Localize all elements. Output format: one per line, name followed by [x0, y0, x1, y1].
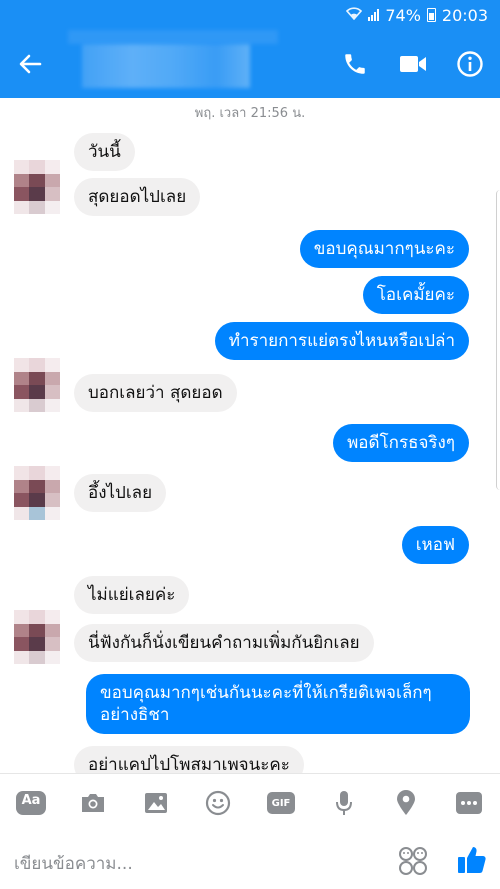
avatar[interactable]: [14, 610, 60, 664]
signal-icon: [368, 9, 380, 21]
scroll-indicator: [496, 190, 500, 490]
incoming-message[interactable]: วันนี้: [74, 133, 135, 171]
incoming-message[interactable]: ไม่แย่เลยค่ะ: [74, 576, 190, 614]
thumbs-up-icon[interactable]: [456, 844, 488, 876]
outgoing-message[interactable]: ทำรายการแย่ตรงไหนหรือเปล่า: [214, 322, 469, 360]
outgoing-message[interactable]: ขอบคุณมากๆเช่นกันนะคะที่ให้เกรียติเพจเล็…: [86, 674, 470, 734]
clock: 20:03: [441, 5, 488, 25]
location-icon[interactable]: [391, 788, 421, 818]
gif-label: GIF: [271, 797, 291, 809]
camera-icon[interactable]: [78, 788, 108, 818]
back-arrow-icon[interactable]: [14, 48, 46, 80]
outgoing-message[interactable]: ขอบคุณมากๆนะคะ: [299, 230, 469, 268]
phone-call-icon[interactable]: [338, 47, 372, 81]
message-timestamp: พฤ. เวลา 21:56 น.: [194, 106, 306, 121]
more-icon[interactable]: [454, 788, 484, 818]
text-format-icon[interactable]: Aa: [16, 788, 46, 818]
battery-icon: [426, 8, 436, 22]
info-icon[interactable]: [453, 47, 487, 81]
contact-name[interactable]: [82, 44, 250, 88]
emoji-icon[interactable]: [203, 788, 233, 818]
wifi-icon: [346, 6, 363, 24]
battery-level: 74%: [385, 5, 421, 25]
sticker-icon[interactable]: [398, 846, 428, 876]
composer-toolbar: Aa GIF: [0, 788, 500, 818]
incoming-message[interactable]: สุดยอดไปเลย: [74, 178, 201, 216]
video-call-icon[interactable]: [396, 47, 430, 81]
outgoing-message[interactable]: พอดีโกรธจริงๆ: [333, 424, 469, 462]
avatar[interactable]: [14, 160, 60, 214]
message-input[interactable]: เขียนข้อความ...: [14, 850, 133, 877]
message-list[interactable]: พฤ. เวลา 21:56 น. วันนี้ สุดยอดไปเลย ขอบ…: [0, 98, 500, 773]
conversation-header: [0, 30, 500, 98]
contact-name-blurred-top: [68, 30, 278, 44]
text-format-label: Aa: [21, 792, 41, 808]
incoming-message[interactable]: อึ้งไปเลย: [74, 474, 167, 512]
microphone-icon[interactable]: [329, 788, 359, 818]
avatar[interactable]: [14, 358, 60, 412]
outgoing-message[interactable]: โอเคมั้ยคะ: [362, 276, 469, 314]
status-bar: 74% 20:03: [0, 0, 500, 30]
gif-icon[interactable]: GIF: [266, 788, 296, 818]
composer: Aa GIF เขียนข้อความ...: [0, 773, 500, 889]
incoming-message[interactable]: อย่าแคปไปโพสมาเพจนะคะ: [74, 746, 304, 773]
incoming-message[interactable]: บอกเลยว่า สุดยอด: [74, 374, 237, 412]
avatar[interactable]: [14, 466, 60, 520]
outgoing-message[interactable]: เหอฟ: [401, 526, 469, 564]
incoming-message[interactable]: นี่ฟังกันก็นั่งเขียนคำถามเพิ่มกันยิกเลย: [74, 624, 374, 662]
gallery-icon[interactable]: [141, 788, 171, 818]
